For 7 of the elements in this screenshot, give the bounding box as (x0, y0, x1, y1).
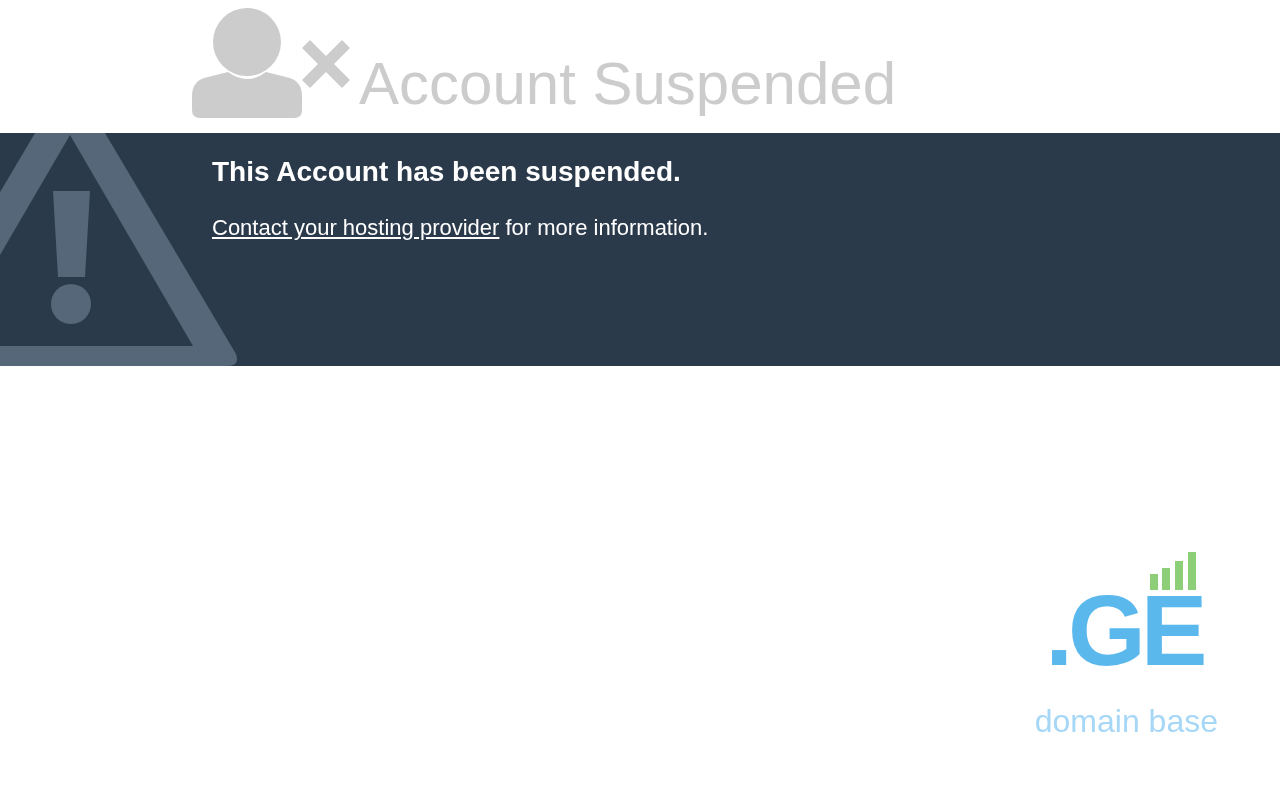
user-x-icon (192, 8, 350, 118)
logo-tagline: domain base (1034, 702, 1218, 740)
logo-text: .GE (1045, 590, 1205, 670)
bar-chart-icon (1150, 552, 1196, 590)
notice-text: Contact your hosting provider for more information. (212, 214, 710, 242)
contact-link[interactable]: Contact your hosting provider (212, 215, 500, 240)
notice-heading: This Account has been suspended. (212, 155, 682, 189)
